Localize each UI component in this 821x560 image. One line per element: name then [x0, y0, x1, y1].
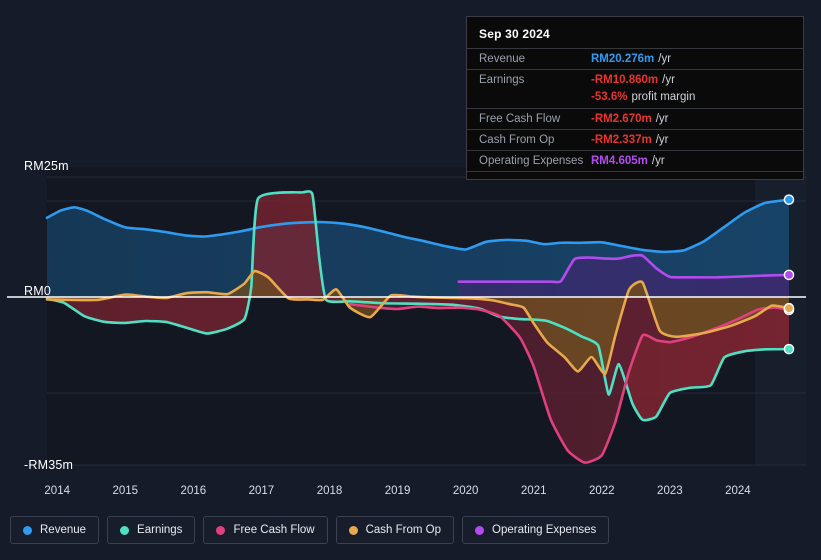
- x-axis-tick-2019: 2019: [384, 485, 411, 497]
- tooltip-row-value: -RM2.337m: [591, 134, 652, 146]
- x-axis-tick-2020: 2020: [452, 485, 479, 497]
- tooltip-row-earnings: Earnings -RM10.860m/yr: [467, 69, 803, 90]
- legend-item-earnings[interactable]: Earnings: [107, 516, 196, 544]
- tooltip-row-free-cash-flow: Free Cash Flow -RM2.670m/yr: [467, 108, 803, 129]
- y-axis-label-top: RM25m: [24, 159, 69, 173]
- legend-color-swatch-icon: [475, 525, 485, 535]
- endpoint-marker-cash-from-op: [783, 302, 795, 314]
- x-axis-tick-2024: 2024: [725, 485, 751, 497]
- x-axis-tick-2022: 2022: [588, 485, 615, 497]
- endpoint-marker-operating-expenses: [783, 269, 795, 281]
- x-axis-tick-2014: 2014: [44, 485, 70, 497]
- legend-color-swatch-icon: [348, 525, 358, 535]
- legend-item-label: Free Cash Flow: [233, 524, 315, 536]
- tooltip-row-label: Free Cash Flow: [479, 113, 561, 125]
- legend-color-swatch-icon: [23, 525, 32, 535]
- legend-item-label: Earnings: [137, 524, 183, 536]
- tooltip-row-label: Cash From Op: [479, 134, 555, 146]
- tooltip-row-label: Earnings: [479, 74, 525, 86]
- x-axis-tick-2018: 2018: [316, 485, 343, 497]
- tooltip-row-profit-margin: -53.6% profit margin: [467, 90, 803, 108]
- tooltip-row-unit: profit margin: [631, 91, 696, 103]
- legend-item-cash-from-op[interactable]: Cash From Op: [335, 516, 455, 544]
- tooltip-row-unit: /yr: [655, 134, 669, 146]
- tooltip-row-unit: /yr: [651, 155, 665, 167]
- tooltip-date: Sep 30 2024: [479, 27, 550, 41]
- tooltip-row-cash-from-op: Cash From Op -RM2.337m/yr: [467, 129, 803, 150]
- tooltip-footer-rule: [467, 171, 803, 175]
- y-axis-label-zero: RM0: [24, 284, 51, 298]
- tooltip-row-label: Operating Expenses: [479, 155, 584, 167]
- chart-root: RM25m RM0 -RM35m 2014 2015 2016 2017 2018 201…: [0, 0, 821, 560]
- y-axis-label-bottom: -RM35m: [24, 458, 74, 472]
- tooltip-row-unit: /yr: [662, 74, 675, 86]
- tooltip-row-revenue: Revenue RM20.276m/yr: [467, 48, 803, 69]
- tooltip-row-unit: /yr: [658, 53, 672, 65]
- x-axis-tick-2016: 2016: [180, 485, 207, 497]
- x-axis-tick-2023: 2023: [657, 485, 683, 497]
- tooltip-row-unit: /yr: [655, 113, 669, 125]
- tooltip-row-value: -53.6%: [591, 91, 628, 103]
- legend-item-revenue[interactable]: Revenue: [10, 516, 100, 544]
- legend-color-swatch-icon: [120, 525, 130, 535]
- legend-item-label: Revenue: [40, 524, 87, 536]
- tooltip-row-operating-expenses: Operating Expenses RM4.605m/yr: [467, 150, 803, 171]
- x-axis-tick-2017: 2017: [248, 485, 275, 497]
- tooltip-rows: Revenue RM20.276m/yr Earnings -RM10.860m/yr…: [467, 48, 803, 171]
- x-axis-tick-2021: 2021: [520, 485, 547, 497]
- data-tooltip: Sep 30 2024 Revenue RM20.276m/yr Earnings -…: [466, 16, 804, 180]
- x-axis-tick-2015: 2015: [112, 485, 139, 497]
- tooltip-row-value: -RM2.670m: [591, 113, 652, 125]
- legend-item-label: Operating Expenses: [492, 524, 597, 536]
- tooltip-row-value: -RM10.860m: [591, 74, 659, 86]
- legend-color-swatch-icon: [216, 525, 226, 535]
- tooltip-row-value: RM4.605m: [591, 155, 648, 167]
- endpoint-marker-earnings: [783, 343, 795, 355]
- tooltip-row-value: RM20.276m: [591, 53, 655, 65]
- tooltip-row-label: Revenue: [479, 53, 526, 65]
- endpoint-marker-revenue: [783, 194, 795, 205]
- chart-legend[interactable]: Revenue Earnings Free Cash Flow Cash From O…: [10, 516, 610, 544]
- legend-item-free-cash-flow[interactable]: Free Cash Flow: [203, 516, 328, 544]
- legend-item-label: Cash From Op: [365, 524, 442, 536]
- legend-item-operating-expenses[interactable]: Operating Expenses: [462, 516, 610, 544]
